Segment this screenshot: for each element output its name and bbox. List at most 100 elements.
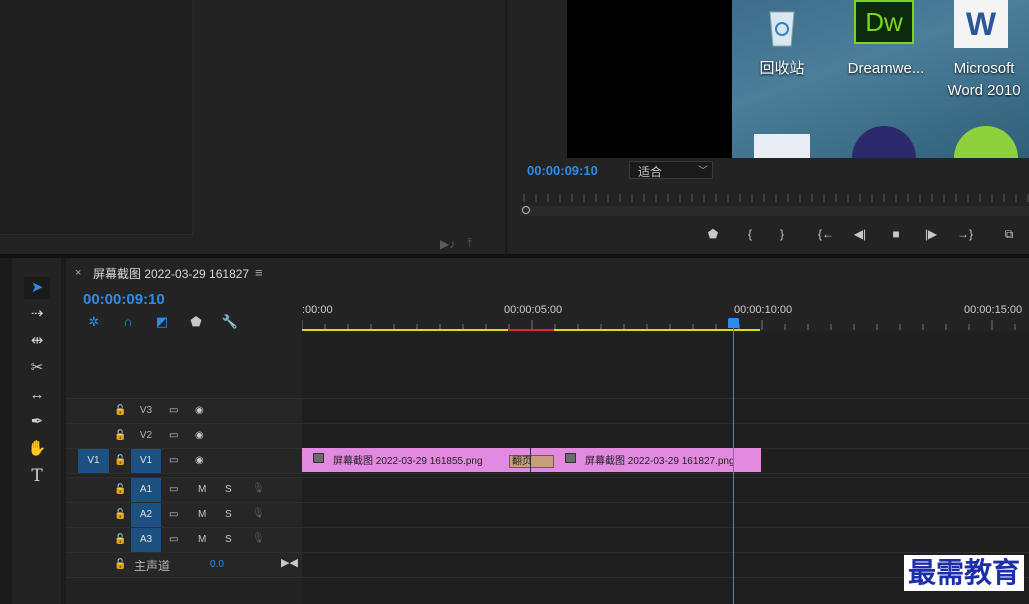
page-turn-transition[interactable]: 翻页 <box>509 455 554 468</box>
marker-icon[interactable]: ⬟ <box>704 226 722 242</box>
program-playhead-icon[interactable] <box>522 206 530 214</box>
ruler-label-0: :00:00 <box>302 304 333 316</box>
nest-icon[interactable]: ✲ <box>85 314 103 330</box>
go-to-end-icon[interactable]: ▶◀ <box>281 556 298 569</box>
ruler-label-10s: 00:00:10:00 <box>734 304 793 316</box>
track-select-tool-icon[interactable]: ⇢ <box>24 303 50 325</box>
lock-icon[interactable]: 🔓 <box>114 405 126 416</box>
razor-tool-icon[interactable]: ✂ <box>24 357 50 379</box>
stop-icon[interactable]: ■ <box>887 226 905 242</box>
track-divider <box>66 527 1029 528</box>
pen-tool-icon[interactable]: ✒ <box>24 411 50 433</box>
step-forward-icon[interactable]: |▶ <box>922 226 940 242</box>
lock-icon[interactable]: 🔓 <box>114 509 126 520</box>
go-to-in-icon[interactable]: {← <box>817 226 835 242</box>
mic-icon[interactable]: 🎙 <box>252 533 265 544</box>
desktop-label-dreamweaver: Dreamwe... <box>847 60 925 77</box>
ruler-label-5s: 00:00:05:00 <box>504 304 563 316</box>
track-divider <box>66 552 1029 553</box>
linked-selection-icon[interactable]: ◩ <box>153 314 171 330</box>
desktop-label-recycle: 回收站 <box>759 60 805 77</box>
solo-button[interactable]: S <box>225 534 232 545</box>
program-scrub-bar[interactable] <box>520 206 1029 216</box>
export-frame-icon[interactable]: ⧉ <box>1000 226 1018 242</box>
timeline-timecode[interactable]: 00:00:09:10 <box>83 291 165 308</box>
ripple-edit-tool-icon[interactable]: ⇹ <box>24 330 50 352</box>
mark-in-icon[interactable]: { <box>741 226 759 242</box>
sequence-tab[interactable]: 屏幕截图 2022-03-29 161827 <box>93 265 249 282</box>
lock-icon[interactable]: 🔓 <box>114 455 126 466</box>
hand-tool-icon[interactable]: ✋ <box>24 438 50 460</box>
close-icon[interactable]: × <box>75 267 81 279</box>
edit-point[interactable] <box>530 448 531 472</box>
track-name-v1[interactable]: V1 <box>131 449 161 473</box>
track-header-a3 <box>66 528 302 552</box>
source-patch-v1[interactable]: V1 <box>78 449 109 473</box>
insert-icon[interactable]: ▶♪ <box>440 237 455 251</box>
eye-icon[interactable]: ◉ <box>195 405 204 416</box>
watermark-logo: 最需教育 <box>904 555 1025 591</box>
solo-button[interactable]: S <box>225 484 232 495</box>
render-bar <box>508 329 554 331</box>
go-to-out-icon[interactable]: →} <box>956 226 974 242</box>
fx-icon <box>565 453 576 463</box>
add-marker-icon[interactable]: ⬟ <box>187 314 205 330</box>
recycle-bin-icon <box>758 4 806 48</box>
snap-icon[interactable]: ∩ <box>119 314 137 330</box>
lock-icon[interactable]: 🔓 <box>114 484 126 495</box>
mark-out-icon[interactable]: } <box>773 226 791 242</box>
mute-button[interactable]: M <box>198 509 206 520</box>
sync-lock-icon[interactable]: ▭ <box>169 534 178 545</box>
track-header-a2 <box>66 503 302 527</box>
track-divider <box>66 398 1029 399</box>
eye-icon[interactable]: ◉ <box>195 455 204 466</box>
playhead-line[interactable] <box>733 322 734 604</box>
word-icon: W <box>954 0 1008 48</box>
program-timecode[interactable]: 00:00:09:10 <box>527 163 598 178</box>
mute-button[interactable]: M <box>198 534 206 545</box>
sync-lock-icon[interactable]: ▭ <box>169 484 178 495</box>
lock-icon[interactable]: 🔓 <box>114 430 126 441</box>
program-desktop-screenshot: 回收站 Dw Dreamwe... W Microsoft Word 2010 <box>732 0 1029 158</box>
solo-button[interactable]: S <box>225 509 232 520</box>
program-ruler[interactable] <box>520 190 1029 204</box>
track-name-v3[interactable]: V3 <box>131 399 161 423</box>
track-header-master <box>66 553 302 577</box>
step-back-icon[interactable]: ◀| <box>851 226 869 242</box>
track-divider <box>66 473 1029 474</box>
lock-icon[interactable]: 🔓 <box>114 534 126 545</box>
eye-icon[interactable]: ◉ <box>195 430 204 441</box>
master-track-label: 主声道 <box>134 559 171 573</box>
mute-button[interactable]: M <box>198 484 206 495</box>
fx-icon <box>313 453 324 463</box>
track-name-a1[interactable]: A1 <box>131 478 161 502</box>
sync-lock-icon[interactable]: ▭ <box>169 430 178 441</box>
export-icon[interactable]: ⤒ <box>467 236 472 251</box>
track-header-a1 <box>66 478 302 502</box>
wrench-icon[interactable]: 🔧 <box>221 314 239 330</box>
track-divider <box>66 477 1029 478</box>
menu-icon[interactable]: ≡ <box>255 265 263 280</box>
master-volume-value[interactable]: 0.0 <box>210 559 224 570</box>
program-video-frame <box>567 0 733 158</box>
sync-lock-icon[interactable]: ▭ <box>169 405 178 416</box>
track-name-a3[interactable]: A3 <box>131 528 161 552</box>
lock-icon[interactable]: 🔓 <box>114 559 126 570</box>
mic-icon[interactable]: 🎙 <box>252 508 265 519</box>
fit-zoom-select[interactable]: 适合 ﹀ <box>629 161 713 179</box>
track-divider <box>66 423 1029 424</box>
source-viewer <box>0 0 193 235</box>
track-name-a2[interactable]: A2 <box>131 503 161 527</box>
type-tool-icon[interactable]: T <box>24 465 50 487</box>
clip-2[interactable]: 屏幕截图 2022-03-29 161827.png <box>585 452 735 467</box>
clip-1[interactable]: 屏幕截图 2022-03-29 161855.png <box>333 452 483 467</box>
mic-icon[interactable]: 🎙 <box>252 483 265 494</box>
playhead-icon[interactable] <box>728 318 739 328</box>
track-header-v3 <box>66 399 302 423</box>
slip-tool-icon[interactable]: ↔ <box>24 384 50 406</box>
selection-tool-icon[interactable]: ➤ <box>24 277 50 299</box>
sync-lock-icon[interactable]: ▭ <box>169 509 178 520</box>
eclipse-icon <box>852 126 916 158</box>
track-name-v2[interactable]: V2 <box>131 424 161 448</box>
sync-lock-icon[interactable]: ▭ <box>169 455 178 466</box>
